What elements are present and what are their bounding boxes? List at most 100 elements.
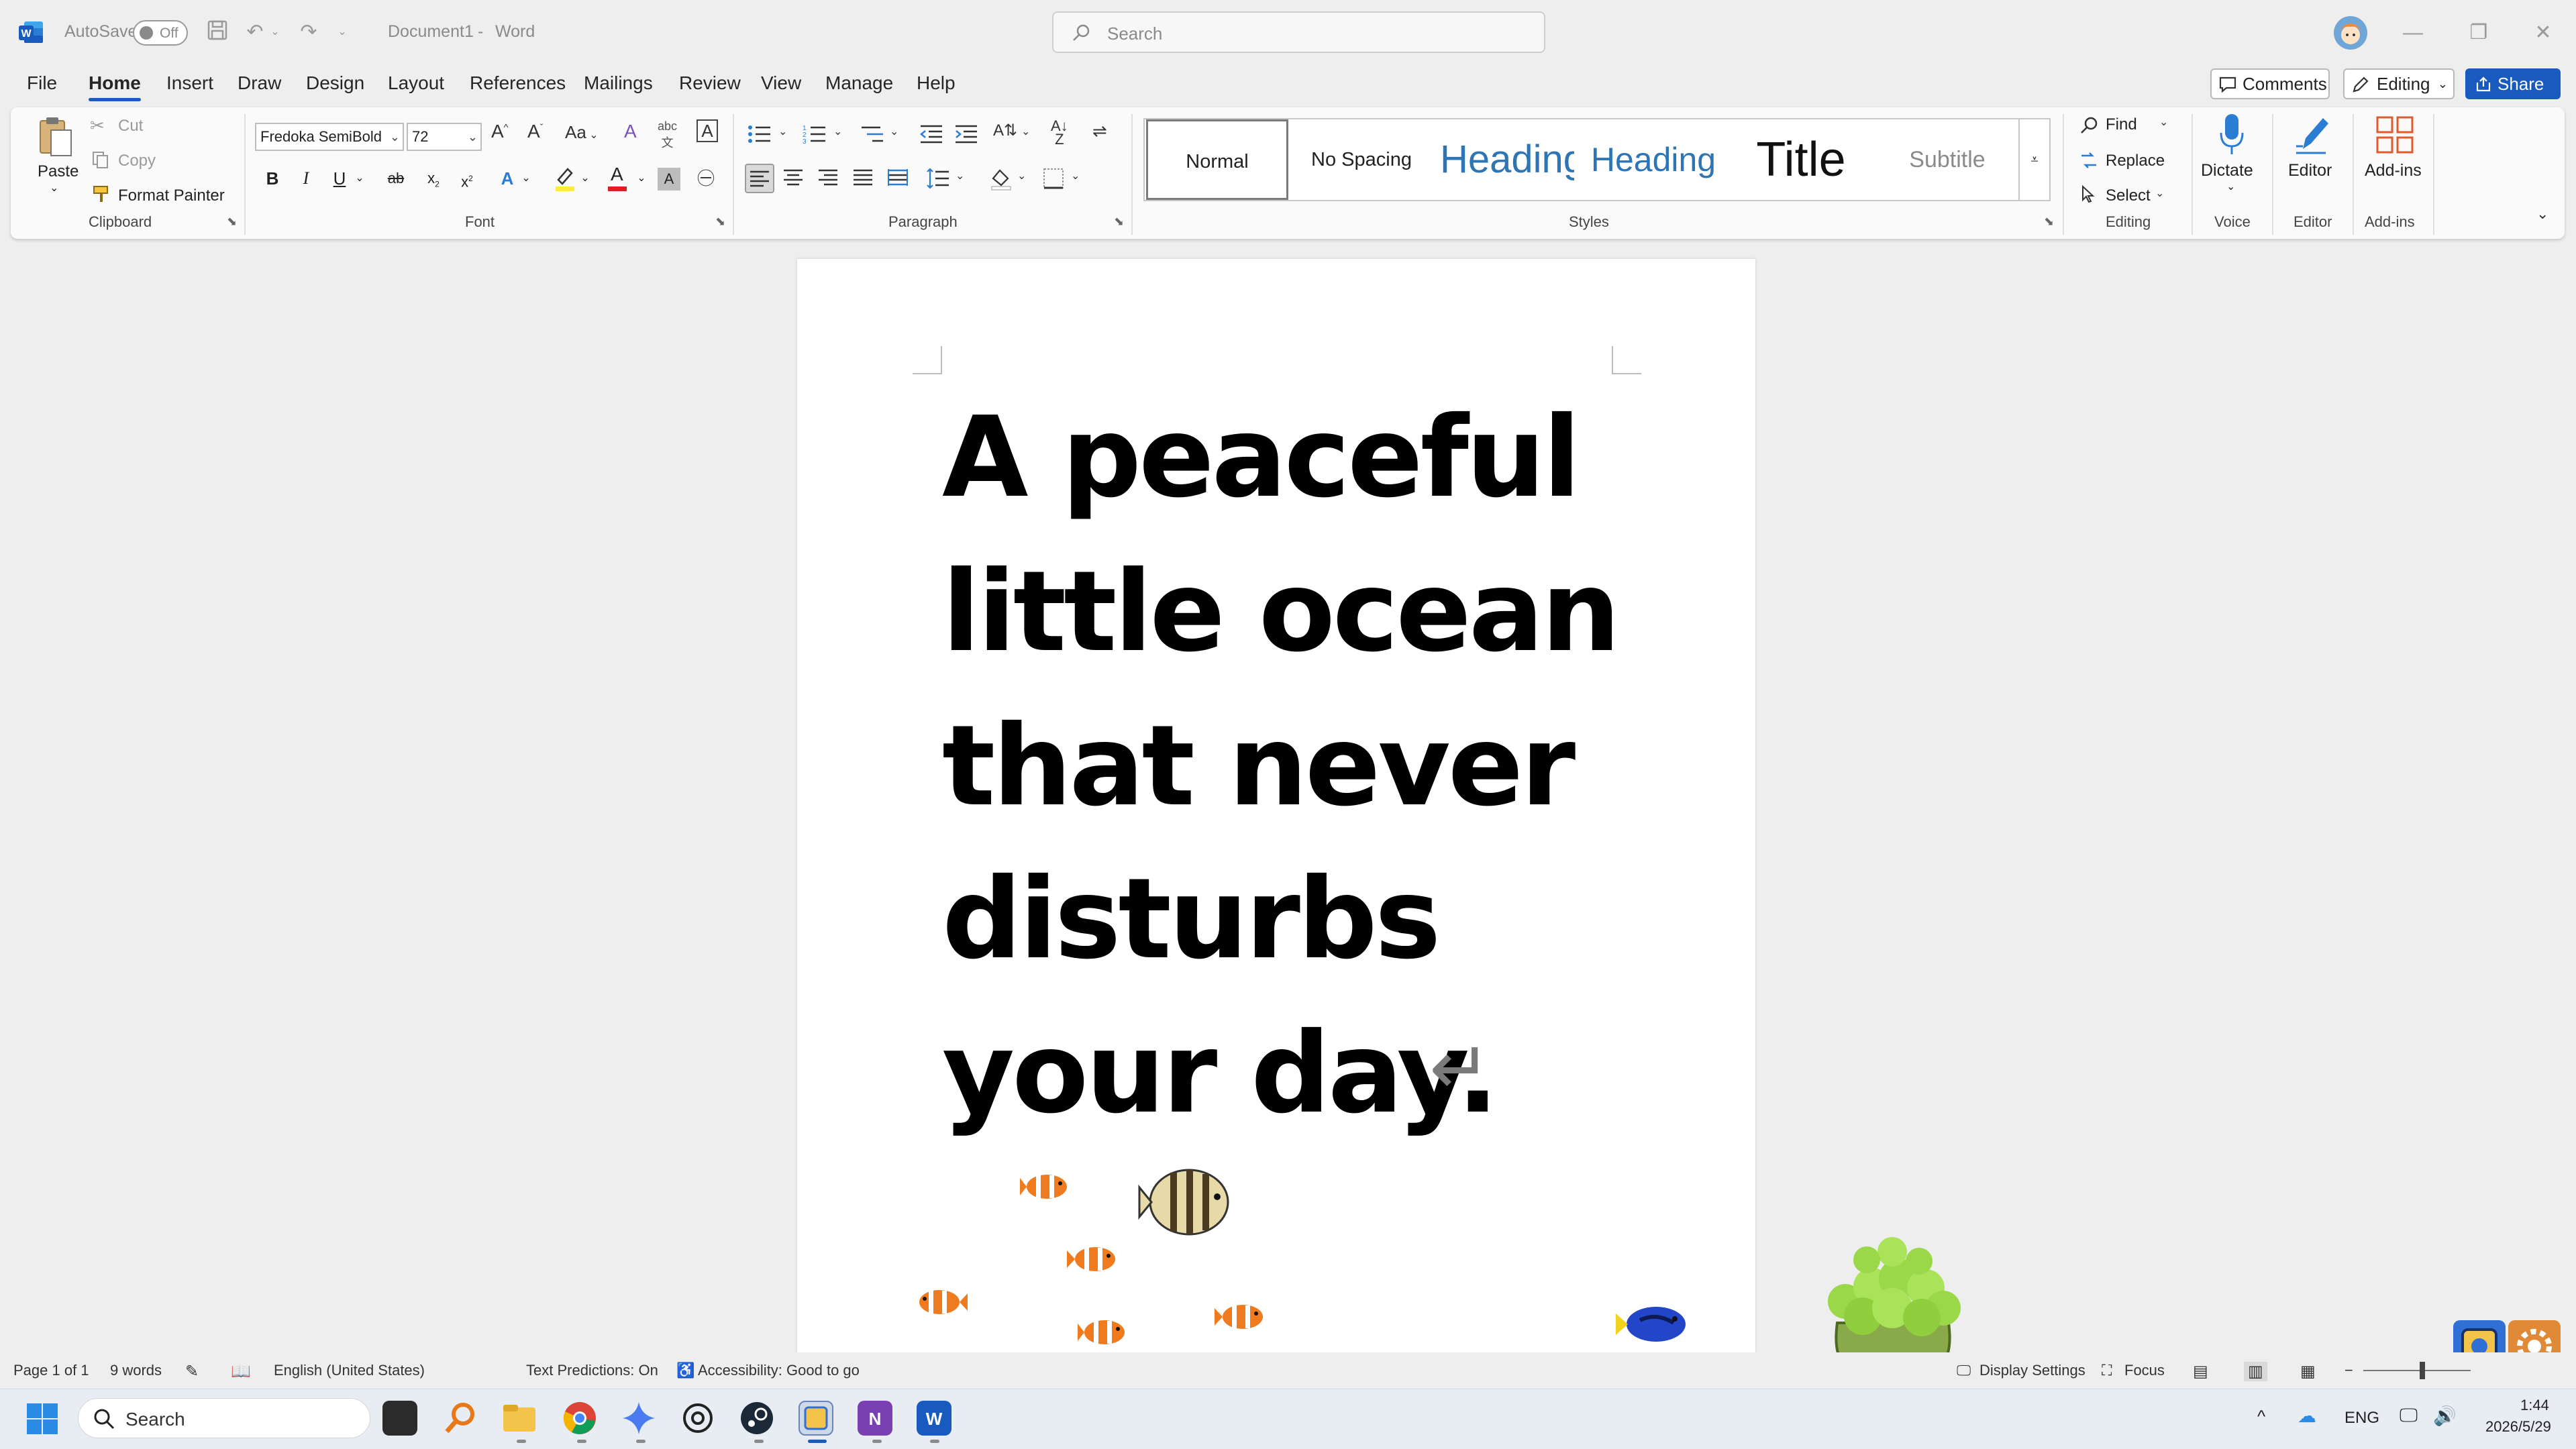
widget-app-taskbar-icon[interactable]: [798, 1401, 833, 1436]
strikethrough-button[interactable]: ab: [381, 164, 411, 193]
character-shading-icon[interactable]: A: [658, 168, 680, 191]
styles-more-button[interactable]: ⩡: [2018, 119, 2049, 200]
text-effects-dropdown-icon[interactable]: ⌄: [519, 164, 533, 193]
numbering-dropdown-icon[interactable]: ⌄: [833, 125, 842, 138]
tab-insert[interactable]: Insert: [166, 72, 213, 94]
decrease-indent-icon[interactable]: [919, 123, 943, 145]
bullets-icon[interactable]: [748, 123, 772, 145]
shading-icon[interactable]: [989, 166, 1013, 191]
font-size-combo[interactable]: 72 ⌄: [407, 123, 482, 151]
font-name-combo[interactable]: Fredoka SemiBold ⌄: [255, 123, 404, 151]
clipboard-launcher-icon[interactable]: ⬊: [227, 215, 237, 229]
select-cursor-icon[interactable]: [2079, 184, 2099, 204]
phonetic-guide-icon[interactable]: abc 文: [658, 119, 677, 151]
chatgpt-icon[interactable]: [680, 1401, 715, 1436]
find-icon[interactable]: [2079, 115, 2099, 136]
read-mode-icon[interactable]: ▤: [2193, 1362, 2208, 1381]
search-app-icon[interactable]: [443, 1401, 478, 1436]
tab-help[interactable]: Help: [917, 72, 956, 94]
add-ins-button[interactable]: Add-ins: [2359, 113, 2429, 186]
underline-dropdown-icon[interactable]: ⌄: [353, 164, 366, 193]
minimize-icon[interactable]: —: [2393, 16, 2433, 50]
numbering-icon[interactable]: 123: [803, 123, 827, 145]
print-layout-icon[interactable]: ▥: [2244, 1362, 2267, 1381]
superscript-button[interactable]: x2: [452, 164, 482, 193]
word-taskbar-icon[interactable]: W: [917, 1401, 951, 1436]
dictate-button[interactable]: Dictate ⌄: [2200, 113, 2264, 207]
document-text-line[interactable]: your day.: [942, 1018, 1499, 1130]
align-right-button[interactable]: [815, 164, 844, 193]
accessibility-book-icon[interactable]: 📖: [231, 1362, 251, 1381]
text-direction-dropdown-icon[interactable]: ⌄: [1021, 125, 1030, 138]
zoom-out-icon[interactable]: −: [2345, 1362, 2353, 1379]
multilevel-list-icon[interactable]: [860, 123, 884, 145]
save-icon[interactable]: [204, 19, 231, 46]
cut-icon[interactable]: ✂: [90, 115, 105, 136]
clear-formatting-icon[interactable]: A: [624, 121, 637, 142]
sort-icon[interactable]: A↓ Z: [1051, 119, 1068, 147]
grow-font-icon[interactable]: A^: [491, 121, 508, 142]
document-text-line[interactable]: little ocean: [942, 557, 1620, 668]
style-title[interactable]: Title: [1730, 119, 1872, 200]
undo-icon[interactable]: ↶: [242, 19, 268, 46]
web-layout-icon[interactable]: ▦: [2300, 1362, 2316, 1381]
language-status[interactable]: English (United States): [274, 1362, 425, 1379]
style-heading-1[interactable]: Heading: [1440, 119, 1574, 200]
windows-start-icon[interactable]: [25, 1402, 59, 1436]
taskbar-search[interactable]: Search: [78, 1398, 370, 1438]
copy-icon[interactable]: [91, 150, 110, 169]
customize-qat-icon[interactable]: ⌄: [336, 19, 349, 46]
paragraph-launcher-icon[interactable]: ⬊: [1114, 215, 1124, 229]
show-formatting-marks-icon[interactable]: ⇌: [1092, 121, 1107, 142]
clock-date[interactable]: 2026/5/29: [2485, 1418, 2551, 1436]
distributed-button[interactable]: [884, 164, 914, 193]
autosave-toggle[interactable]: Off: [133, 20, 188, 46]
editing-mode-button[interactable]: Editing ⌄: [2343, 68, 2455, 99]
underline-button[interactable]: U: [325, 164, 354, 193]
text-predictions-status[interactable]: Text Predictions: On: [526, 1362, 658, 1379]
volume-icon[interactable]: 🔊: [2433, 1405, 2457, 1427]
style-heading-2[interactable]: Heading: [1582, 119, 1724, 200]
font-color-button[interactable]: A: [603, 164, 632, 193]
comments-button[interactable]: Comments: [2210, 68, 2330, 99]
format-painter-button[interactable]: Format Painter: [118, 186, 225, 205]
proofing-icon[interactable]: ✎: [185, 1362, 199, 1381]
editor-button[interactable]: Editor: [2280, 113, 2345, 186]
italic-button[interactable]: I: [291, 164, 321, 193]
line-spacing-icon[interactable]: [926, 166, 950, 191]
document-text-line[interactable]: A peaceful: [942, 402, 1581, 514]
tab-review[interactable]: Review: [679, 72, 741, 94]
align-left-button[interactable]: [745, 164, 774, 193]
input-language-indicator[interactable]: ENG: [2345, 1409, 2379, 1428]
replace-button[interactable]: Replace: [2106, 152, 2165, 170]
tab-design[interactable]: Design: [306, 72, 364, 94]
replace-icon[interactable]: [2079, 150, 2099, 170]
change-case-button[interactable]: Aa ⌄: [565, 122, 599, 143]
justify-button[interactable]: [849, 164, 879, 193]
select-button[interactable]: Select: [2106, 186, 2151, 205]
tab-layout[interactable]: Layout: [388, 72, 444, 94]
word-count[interactable]: 9 words: [110, 1362, 162, 1379]
collapse-ribbon-icon[interactable]: ⌄: [2536, 205, 2548, 223]
style-subtitle[interactable]: Subtitle: [1876, 119, 2018, 200]
multilevel-dropdown-icon[interactable]: ⌄: [890, 125, 898, 138]
copy-button[interactable]: Copy: [118, 152, 156, 170]
borders-dropdown-icon[interactable]: ⌄: [1071, 169, 1080, 182]
style-no-spacing[interactable]: No Spacing: [1291, 119, 1432, 200]
gemini-icon[interactable]: [621, 1401, 656, 1436]
undo-dropdown-icon[interactable]: ⌄: [268, 19, 282, 46]
zoom-slider-track[interactable]: [2363, 1370, 2471, 1371]
accessibility-status[interactable]: Accessibility: Good to go: [698, 1362, 860, 1379]
document-text-line[interactable]: disturbs: [942, 864, 1441, 975]
close-icon[interactable]: ✕: [2523, 16, 2563, 50]
bold-button[interactable]: B: [258, 164, 287, 193]
document-text-line[interactable]: that never: [942, 711, 1576, 822]
tab-draw[interactable]: Draw: [238, 72, 281, 94]
enclose-characters-icon[interactable]: ㊀: [691, 164, 721, 193]
font-color-dropdown-icon[interactable]: ⌄: [635, 164, 648, 193]
onedrive-status-icon[interactable]: ☁: [2298, 1405, 2316, 1427]
format-painter-icon[interactable]: [91, 184, 111, 204]
tab-references[interactable]: References: [470, 72, 566, 94]
file-explorer-icon[interactable]: [502, 1401, 537, 1436]
share-button[interactable]: Share: [2465, 68, 2561, 99]
